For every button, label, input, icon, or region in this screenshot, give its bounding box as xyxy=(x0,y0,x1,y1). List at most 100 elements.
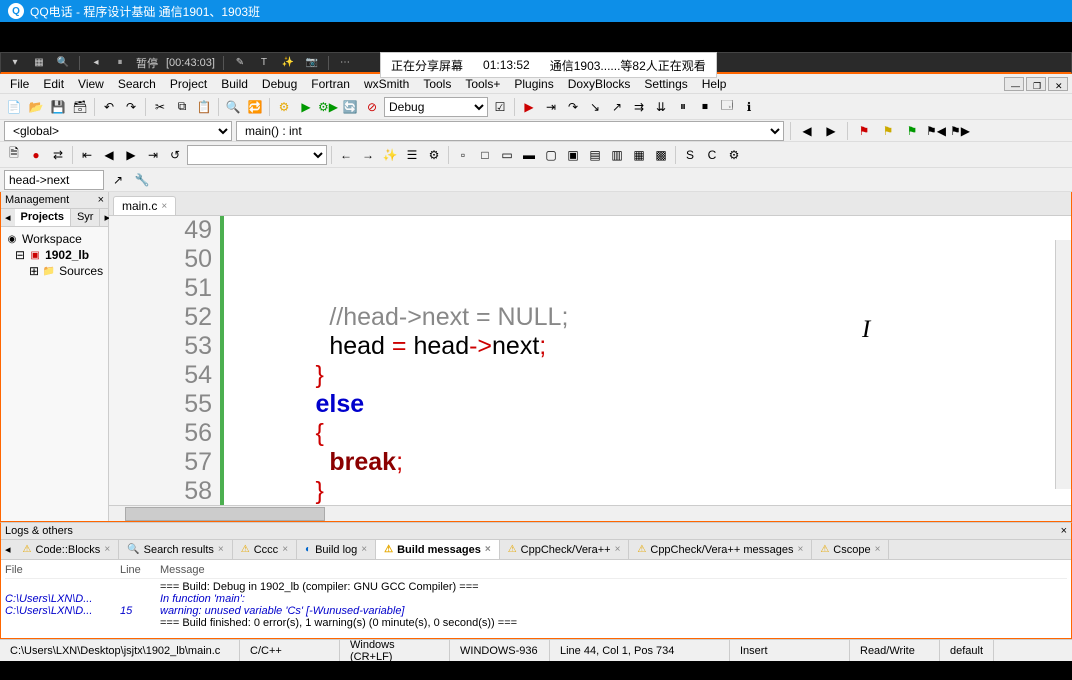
code-editor[interactable]: 49505152535455565758 I //head->next = NU… xyxy=(109,216,1071,505)
replace-icon[interactable]: 🔁 xyxy=(245,97,265,117)
mgmt-nav-left-icon[interactable]: ◂ xyxy=(1,209,15,226)
tree-project[interactable]: ⊟ ▣ 1902_lb xyxy=(5,247,104,263)
log-row[interactable]: C:\Users\LXN\D...In function 'main': xyxy=(5,593,1067,605)
close-icon[interactable]: × xyxy=(361,544,367,555)
doxy6-icon[interactable]: ▣ xyxy=(563,145,583,165)
rec-dropdown-icon[interactable]: ▾ xyxy=(7,55,23,71)
close-icon[interactable]: × xyxy=(104,544,110,555)
doxy7-icon[interactable]: ▤ xyxy=(585,145,605,165)
info-icon[interactable]: ℹ xyxy=(739,97,759,117)
nav-back-icon[interactable]: ◀ xyxy=(99,145,119,165)
rec-text-icon[interactable]: T xyxy=(256,55,272,71)
log-row[interactable]: === Build: Debug in 1902_lb (compiler: G… xyxy=(5,581,1067,593)
doxy10-icon[interactable]: ▩ xyxy=(651,145,671,165)
flag-next-icon[interactable]: ⚑▶ xyxy=(950,121,970,141)
expand-icon[interactable]: ⊟ xyxy=(15,248,25,262)
menu-debug[interactable]: Debug xyxy=(256,75,303,93)
log-tab-buildmsg[interactable]: ⚠Build messages× xyxy=(376,540,500,559)
horizontal-scrollbar[interactable] xyxy=(109,505,1071,521)
arrow-right-icon[interactable]: → xyxy=(358,145,378,165)
code-line[interactable]: break; xyxy=(246,448,1071,477)
find-icon[interactable]: 🔍 xyxy=(223,97,243,117)
logs-nav-left-icon[interactable]: ◂ xyxy=(1,540,15,559)
log-row[interactable]: C:\Users\LXN\D...15warning: unused varia… xyxy=(5,605,1067,617)
highlight-icon[interactable]: ✨ xyxy=(380,145,400,165)
next-instr-icon[interactable]: ⇉ xyxy=(629,97,649,117)
rec-edit-icon[interactable]: ✎ xyxy=(232,55,248,71)
project-tree[interactable]: ◉ Workspace ⊟ ▣ 1902_lb ⊞ 📁 Sources xyxy=(1,227,108,283)
close-icon[interactable]: × xyxy=(875,544,881,555)
watch-input[interactable] xyxy=(4,170,104,190)
menu-file[interactable]: File xyxy=(4,75,35,93)
copy-icon[interactable]: ⧉ xyxy=(172,97,192,117)
close-button[interactable]: ✕ xyxy=(1048,77,1068,91)
jump-back-icon[interactable]: ⇤ xyxy=(77,145,97,165)
close-icon[interactable]: × xyxy=(797,544,803,555)
doxy3-icon[interactable]: ▭ xyxy=(497,145,517,165)
logs-close-icon[interactable]: × xyxy=(1061,525,1067,537)
build-run-icon[interactable]: ⚙▶ xyxy=(318,97,338,117)
menu-project[interactable]: Project xyxy=(164,75,213,93)
code-line[interactable]: } xyxy=(246,477,1071,505)
new-file-icon[interactable]: 📄 xyxy=(4,97,24,117)
debug-run-icon[interactable]: ▶ xyxy=(519,97,539,117)
code-line[interactable]: //head->next = NULL; xyxy=(246,303,1071,332)
rec-search-icon[interactable]: 🔍 xyxy=(55,55,71,71)
options-icon[interactable]: ⚙ xyxy=(424,145,444,165)
redo-icon[interactable]: ↷ xyxy=(121,97,141,117)
menu-search[interactable]: Search xyxy=(112,75,162,93)
paste-icon[interactable]: 📋 xyxy=(194,97,214,117)
undo-icon[interactable]: ↶ xyxy=(99,97,119,117)
tree-workspace[interactable]: ◉ Workspace xyxy=(5,231,104,247)
toggle-source-icon[interactable]: 🗎 xyxy=(4,145,24,165)
vertical-scrollbar[interactable] xyxy=(1055,240,1071,489)
log-tab-cscope[interactable]: ⚠Cscope× xyxy=(812,540,889,559)
run-icon[interactable]: ▶ xyxy=(296,97,316,117)
step-into-icon[interactable]: ↘ xyxy=(585,97,605,117)
scope-global-select[interactable]: <global> xyxy=(4,121,232,141)
rec-prev-icon[interactable]: ◂ xyxy=(88,55,104,71)
flag-prev-icon[interactable]: ⚑◀ xyxy=(926,121,946,141)
file-tab-main[interactable]: main.c × xyxy=(113,196,176,215)
log-tab-buildlog[interactable]: ◐Build log× xyxy=(297,540,376,559)
menu-build[interactable]: Build xyxy=(215,75,254,93)
build-icon[interactable]: ⚙ xyxy=(274,97,294,117)
next-line-icon[interactable]: ↷ xyxy=(563,97,583,117)
last-jump-icon[interactable]: ↺ xyxy=(165,145,185,165)
log-tab-search[interactable]: 🔍Search results× xyxy=(119,540,233,559)
flag-green-icon[interactable]: ⚑ xyxy=(902,121,922,141)
tab-symbols[interactable]: Syr xyxy=(71,209,101,226)
close-icon[interactable]: × xyxy=(485,544,491,555)
log-tab-cppcheck[interactable]: ⚠CppCheck/Vera++× xyxy=(500,540,630,559)
nav-fwd-icon[interactable]: ▶ xyxy=(121,145,141,165)
scrollbar-thumb[interactable] xyxy=(125,507,325,521)
breakpoint-icon[interactable]: ● xyxy=(26,145,46,165)
doxy9-icon[interactable]: ▦ xyxy=(629,145,649,165)
fortran-s-icon[interactable]: S xyxy=(680,145,700,165)
doxy4-icon[interactable]: ▬ xyxy=(519,145,539,165)
break-icon[interactable]: ⏸ xyxy=(673,97,693,117)
fortran-gear-icon[interactable]: ⚙ xyxy=(724,145,744,165)
save-icon[interactable]: 💾 xyxy=(48,97,68,117)
target-props-icon[interactable]: ☑ xyxy=(490,97,510,117)
log-row[interactable]: === Build finished: 0 error(s), 1 warnin… xyxy=(5,617,1067,629)
code-line[interactable]: head = head->next; xyxy=(246,332,1071,361)
doxy5-icon[interactable]: ▢ xyxy=(541,145,561,165)
diff-icon[interactable]: ⇄ xyxy=(48,145,68,165)
stop-icon[interactable]: ⏹ xyxy=(695,97,715,117)
menu-fortran[interactable]: Fortran xyxy=(305,75,356,93)
doxy8-icon[interactable]: ▥ xyxy=(607,145,627,165)
step-instr-icon[interactable]: ⇊ xyxy=(651,97,671,117)
code-content[interactable]: I //head->next = NULL; head = head->next… xyxy=(242,216,1071,505)
rebuild-icon[interactable]: 🔄 xyxy=(340,97,360,117)
step-out-icon[interactable]: ↗ xyxy=(607,97,627,117)
jump-fwd-icon[interactable]: ⇥ xyxy=(143,145,163,165)
watch-settings-icon[interactable]: 🔧 xyxy=(132,170,152,190)
close-icon[interactable]: × xyxy=(218,544,224,555)
rec-pause-icon[interactable]: ⏸ xyxy=(112,55,128,71)
debug-windows-icon[interactable]: 🗔 xyxy=(717,97,737,117)
rec-wand-icon[interactable]: ✨ xyxy=(280,55,296,71)
code-line[interactable]: } xyxy=(246,361,1071,390)
flag-yellow-icon[interactable]: ⚑ xyxy=(878,121,898,141)
run-to-cursor-icon[interactable]: ⇥ xyxy=(541,97,561,117)
